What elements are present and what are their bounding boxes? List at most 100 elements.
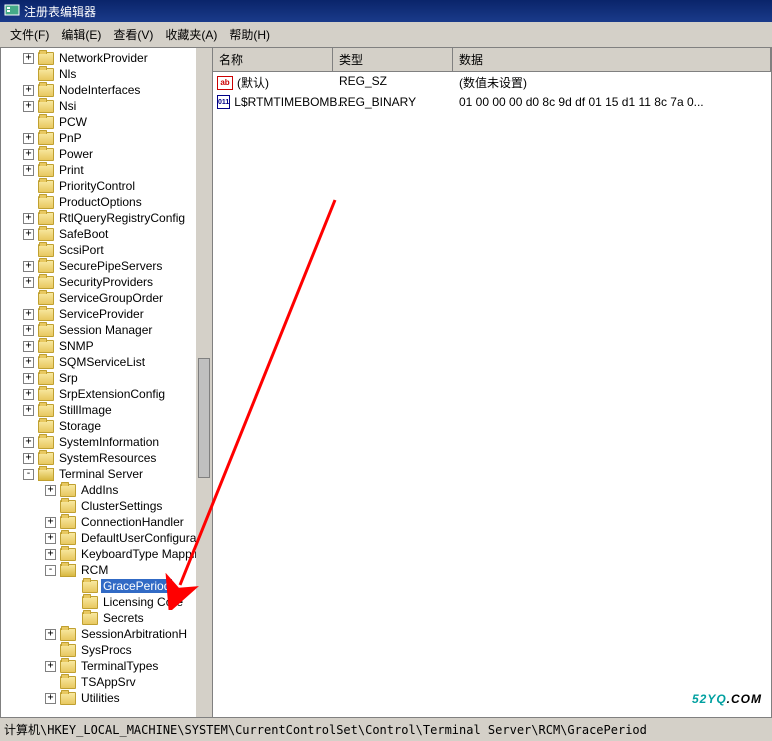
tree-label[interactable]: Nls: [57, 67, 78, 81]
tree-node[interactable]: - RCM: [1, 562, 212, 578]
tree-label[interactable]: TSAppSrv: [79, 675, 138, 689]
tree-node[interactable]: + ServiceProvider: [1, 306, 212, 322]
tree-node[interactable]: +Nsi: [1, 98, 212, 114]
col-name[interactable]: 名称: [213, 48, 333, 71]
expand-icon[interactable]: +: [45, 485, 56, 496]
expand-icon[interactable]: -: [45, 565, 56, 576]
value-row[interactable]: 011L$RTMTIMEBOMB...REG_BINARY01 00 00 00…: [213, 93, 771, 111]
tree-label[interactable]: PriorityControl: [57, 179, 137, 193]
tree-label[interactable]: PnP: [57, 131, 84, 145]
expand-icon[interactable]: +: [23, 325, 34, 336]
tree-node[interactable]: PriorityControl: [1, 178, 212, 194]
tree-node[interactable]: ProductOptions: [1, 194, 212, 210]
tree-node[interactable]: PCW: [1, 114, 212, 130]
tree-node[interactable]: ServiceGroupOrder: [1, 290, 212, 306]
menu-help[interactable]: 帮助(H): [223, 24, 276, 45]
tree-label[interactable]: SecurityProviders: [57, 275, 155, 289]
tree-label[interactable]: SNMP: [57, 339, 96, 353]
tree-node[interactable]: ScsiPort: [1, 242, 212, 258]
value-row[interactable]: ab(默认)REG_SZ(数值未设置): [213, 72, 771, 93]
tree-node[interactable]: GracePeriod: [1, 578, 212, 594]
expand-icon[interactable]: +: [45, 661, 56, 672]
tree-label[interactable]: ConnectionHandler: [79, 515, 186, 529]
tree-label[interactable]: Terminal Server: [57, 467, 145, 481]
tree-label[interactable]: SecurePipeServers: [57, 259, 164, 273]
tree-node[interactable]: + Session Manager: [1, 322, 212, 338]
tree-node[interactable]: - Terminal Server: [1, 466, 212, 482]
tree-label[interactable]: AddIns: [79, 483, 120, 497]
menu-file[interactable]: 文件(F): [4, 24, 55, 45]
expand-icon[interactable]: +: [23, 389, 34, 400]
tree-node[interactable]: +SessionArbitrationH: [1, 626, 212, 642]
tree-node[interactable]: TSAppSrv: [1, 674, 212, 690]
tree-label[interactable]: ScsiPort: [57, 243, 106, 257]
tree-label[interactable]: NodeInterfaces: [57, 83, 142, 97]
tree-node[interactable]: + SNMP: [1, 338, 212, 354]
expand-icon[interactable]: +: [23, 341, 34, 352]
expand-icon[interactable]: +: [23, 133, 34, 144]
tree-label[interactable]: Print: [57, 163, 86, 177]
tree-node[interactable]: +SQMServiceList: [1, 354, 212, 370]
tree-label[interactable]: SafeBoot: [57, 227, 110, 241]
scroll-thumb[interactable]: [198, 358, 210, 478]
tree-label[interactable]: Licensing Core: [101, 595, 185, 609]
tree-node[interactable]: ClusterSettings: [1, 498, 212, 514]
expand-icon[interactable]: +: [23, 309, 34, 320]
tree-node[interactable]: +DefaultUserConfigura: [1, 530, 212, 546]
tree-node[interactable]: + KeyboardType Mappin: [1, 546, 212, 562]
menu-favorites[interactable]: 收藏夹(A): [159, 24, 223, 45]
expand-icon[interactable]: +: [23, 277, 34, 288]
tree-node[interactable]: +SystemResources: [1, 450, 212, 466]
tree-label[interactable]: Power: [57, 147, 95, 161]
col-type[interactable]: 类型: [333, 48, 453, 71]
tree-node[interactable]: SysProcs: [1, 642, 212, 658]
tree-node[interactable]: + SafeBoot: [1, 226, 212, 242]
menu-edit[interactable]: 编辑(E): [55, 24, 107, 45]
tree-node[interactable]: +SrpExtensionConfig: [1, 386, 212, 402]
scrollbar-vertical[interactable]: [196, 48, 212, 727]
tree-label[interactable]: SessionArbitrationH: [79, 627, 189, 641]
tree-node[interactable]: +TerminalTypes: [1, 658, 212, 674]
expand-icon[interactable]: +: [45, 549, 56, 560]
expand-icon[interactable]: +: [23, 229, 34, 240]
tree-label[interactable]: SystemResources: [57, 451, 158, 465]
tree-node[interactable]: + SystemInformation: [1, 434, 212, 450]
expand-icon[interactable]: +: [23, 373, 34, 384]
tree-label[interactable]: ClusterSettings: [79, 499, 164, 513]
tree-node[interactable]: + PnP: [1, 130, 212, 146]
tree-node[interactable]: + Srp: [1, 370, 212, 386]
expand-icon[interactable]: +: [23, 357, 34, 368]
tree-label[interactable]: Session Manager: [57, 323, 154, 337]
expand-icon[interactable]: +: [23, 405, 34, 416]
tree-label[interactable]: Storage: [57, 419, 103, 433]
tree-label[interactable]: PCW: [57, 115, 89, 129]
tree-label[interactable]: SystemInformation: [57, 435, 161, 449]
tree-node[interactable]: +Utilities: [1, 690, 212, 706]
tree-node[interactable]: + Power: [1, 146, 212, 162]
expand-icon[interactable]: +: [23, 149, 34, 160]
tree-node[interactable]: +ConnectionHandler: [1, 514, 212, 530]
tree-node[interactable]: + SecurePipeServers: [1, 258, 212, 274]
tree-node[interactable]: + AddIns: [1, 482, 212, 498]
tree-node[interactable]: +NetworkProvider: [1, 50, 212, 66]
expand-icon[interactable]: +: [23, 165, 34, 176]
tree-label[interactable]: Secrets: [101, 611, 146, 625]
tree-node[interactable]: + SecurityProviders: [1, 274, 212, 290]
tree-node[interactable]: Nls: [1, 66, 212, 82]
tree-label[interactable]: Srp: [57, 371, 80, 385]
tree-label[interactable]: ServiceProvider: [57, 307, 146, 321]
tree-label[interactable]: KeyboardType Mappin: [79, 547, 203, 561]
tree-label[interactable]: RCM: [79, 563, 110, 577]
tree-label[interactable]: RtlQueryRegistryConfig: [57, 211, 187, 225]
expand-icon[interactable]: -: [23, 469, 34, 480]
expand-icon[interactable]: +: [23, 213, 34, 224]
tree-label[interactable]: ProductOptions: [57, 195, 144, 209]
tree-node[interactable]: +StillImage: [1, 402, 212, 418]
tree-label[interactable]: ServiceGroupOrder: [57, 291, 165, 305]
tree-node[interactable]: + Print: [1, 162, 212, 178]
menu-view[interactable]: 查看(V): [107, 24, 159, 45]
expand-icon[interactable]: +: [45, 533, 56, 544]
expand-icon[interactable]: +: [23, 437, 34, 448]
expand-icon[interactable]: +: [23, 261, 34, 272]
expand-icon[interactable]: +: [45, 693, 56, 704]
